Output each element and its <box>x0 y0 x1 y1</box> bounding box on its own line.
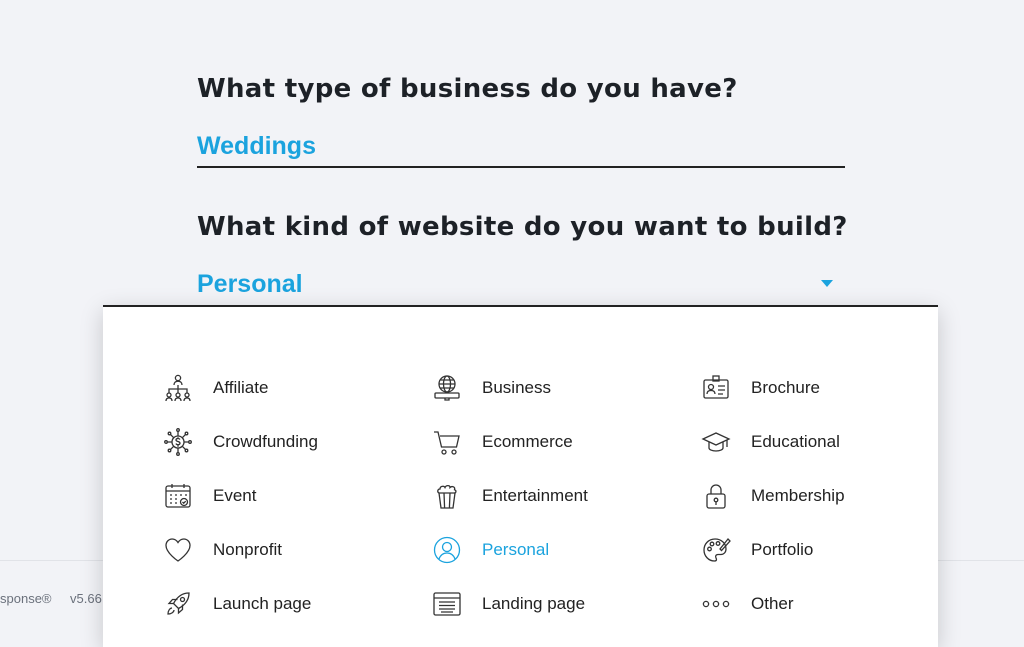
option-label: Landing page <box>482 594 586 613</box>
option-label: Personal <box>482 540 550 559</box>
option-label: Affiliate <box>213 378 269 397</box>
option-crowdfunding[interactable]: Crowdfunding <box>161 425 318 459</box>
option-landing-page[interactable]: Landing page <box>430 587 585 621</box>
option-label: Educational <box>751 432 840 451</box>
option-membership[interactable]: Membership <box>699 479 845 513</box>
option-label: Portfolio <box>751 540 814 559</box>
more-dots-icon <box>699 587 733 621</box>
option-label: Entertainment <box>482 486 588 505</box>
option-label: Nonprofit <box>213 540 282 559</box>
option-label: Business <box>482 378 551 397</box>
option-educational[interactable]: Educational <box>699 425 840 459</box>
calendar-icon <box>161 479 195 513</box>
graduation-cap-icon <box>699 425 733 459</box>
popcorn-icon <box>430 479 464 513</box>
chevron-down-icon[interactable] <box>821 280 833 287</box>
business-type-input[interactable]: Weddings <box>197 132 316 161</box>
option-label: Event <box>213 486 257 505</box>
option-brochure[interactable]: Brochure <box>699 371 820 405</box>
option-entertainment[interactable]: Entertainment <box>430 479 588 513</box>
padlock-icon <box>699 479 733 513</box>
business-question: What type of business do you have? <box>197 74 738 104</box>
website-question: What kind of website do you want to buil… <box>197 212 848 242</box>
footer-brand: sponse® <box>0 591 52 606</box>
website-type-dropdown: Affiliate Business Brochure Crowdfunding… <box>103 305 938 647</box>
affiliate-network-icon <box>161 371 195 405</box>
option-ecommerce[interactable]: Ecommerce <box>430 425 573 459</box>
option-label: Crowdfunding <box>213 432 318 451</box>
option-label: Brochure <box>751 378 820 397</box>
footer-version: v5.66 <box>70 591 102 606</box>
option-other[interactable]: Other <box>699 587 794 621</box>
option-label: Membership <box>751 486 845 505</box>
landing-page-icon <box>430 587 464 621</box>
website-type-select[interactable]: Personal <box>197 270 303 299</box>
option-affiliate[interactable]: Affiliate <box>161 371 268 405</box>
dollar-network-icon <box>161 425 195 459</box>
option-business[interactable]: Business <box>430 371 551 405</box>
option-event[interactable]: Event <box>161 479 256 513</box>
globe-monitor-icon <box>430 371 464 405</box>
shopping-cart-icon <box>430 425 464 459</box>
option-portfolio[interactable]: Portfolio <box>699 533 813 567</box>
rocket-icon <box>161 587 195 621</box>
business-input-underline <box>197 166 845 168</box>
palette-icon <box>699 533 733 567</box>
user-icon <box>430 533 464 567</box>
option-label: Other <box>751 594 794 613</box>
heart-icon <box>161 533 195 567</box>
option-launch-page[interactable]: Launch page <box>161 587 311 621</box>
option-label: Launch page <box>213 594 312 613</box>
option-label: Ecommerce <box>482 432 573 451</box>
option-personal[interactable]: Personal <box>430 533 549 567</box>
option-nonprofit[interactable]: Nonprofit <box>161 533 282 567</box>
id-card-icon <box>699 371 733 405</box>
